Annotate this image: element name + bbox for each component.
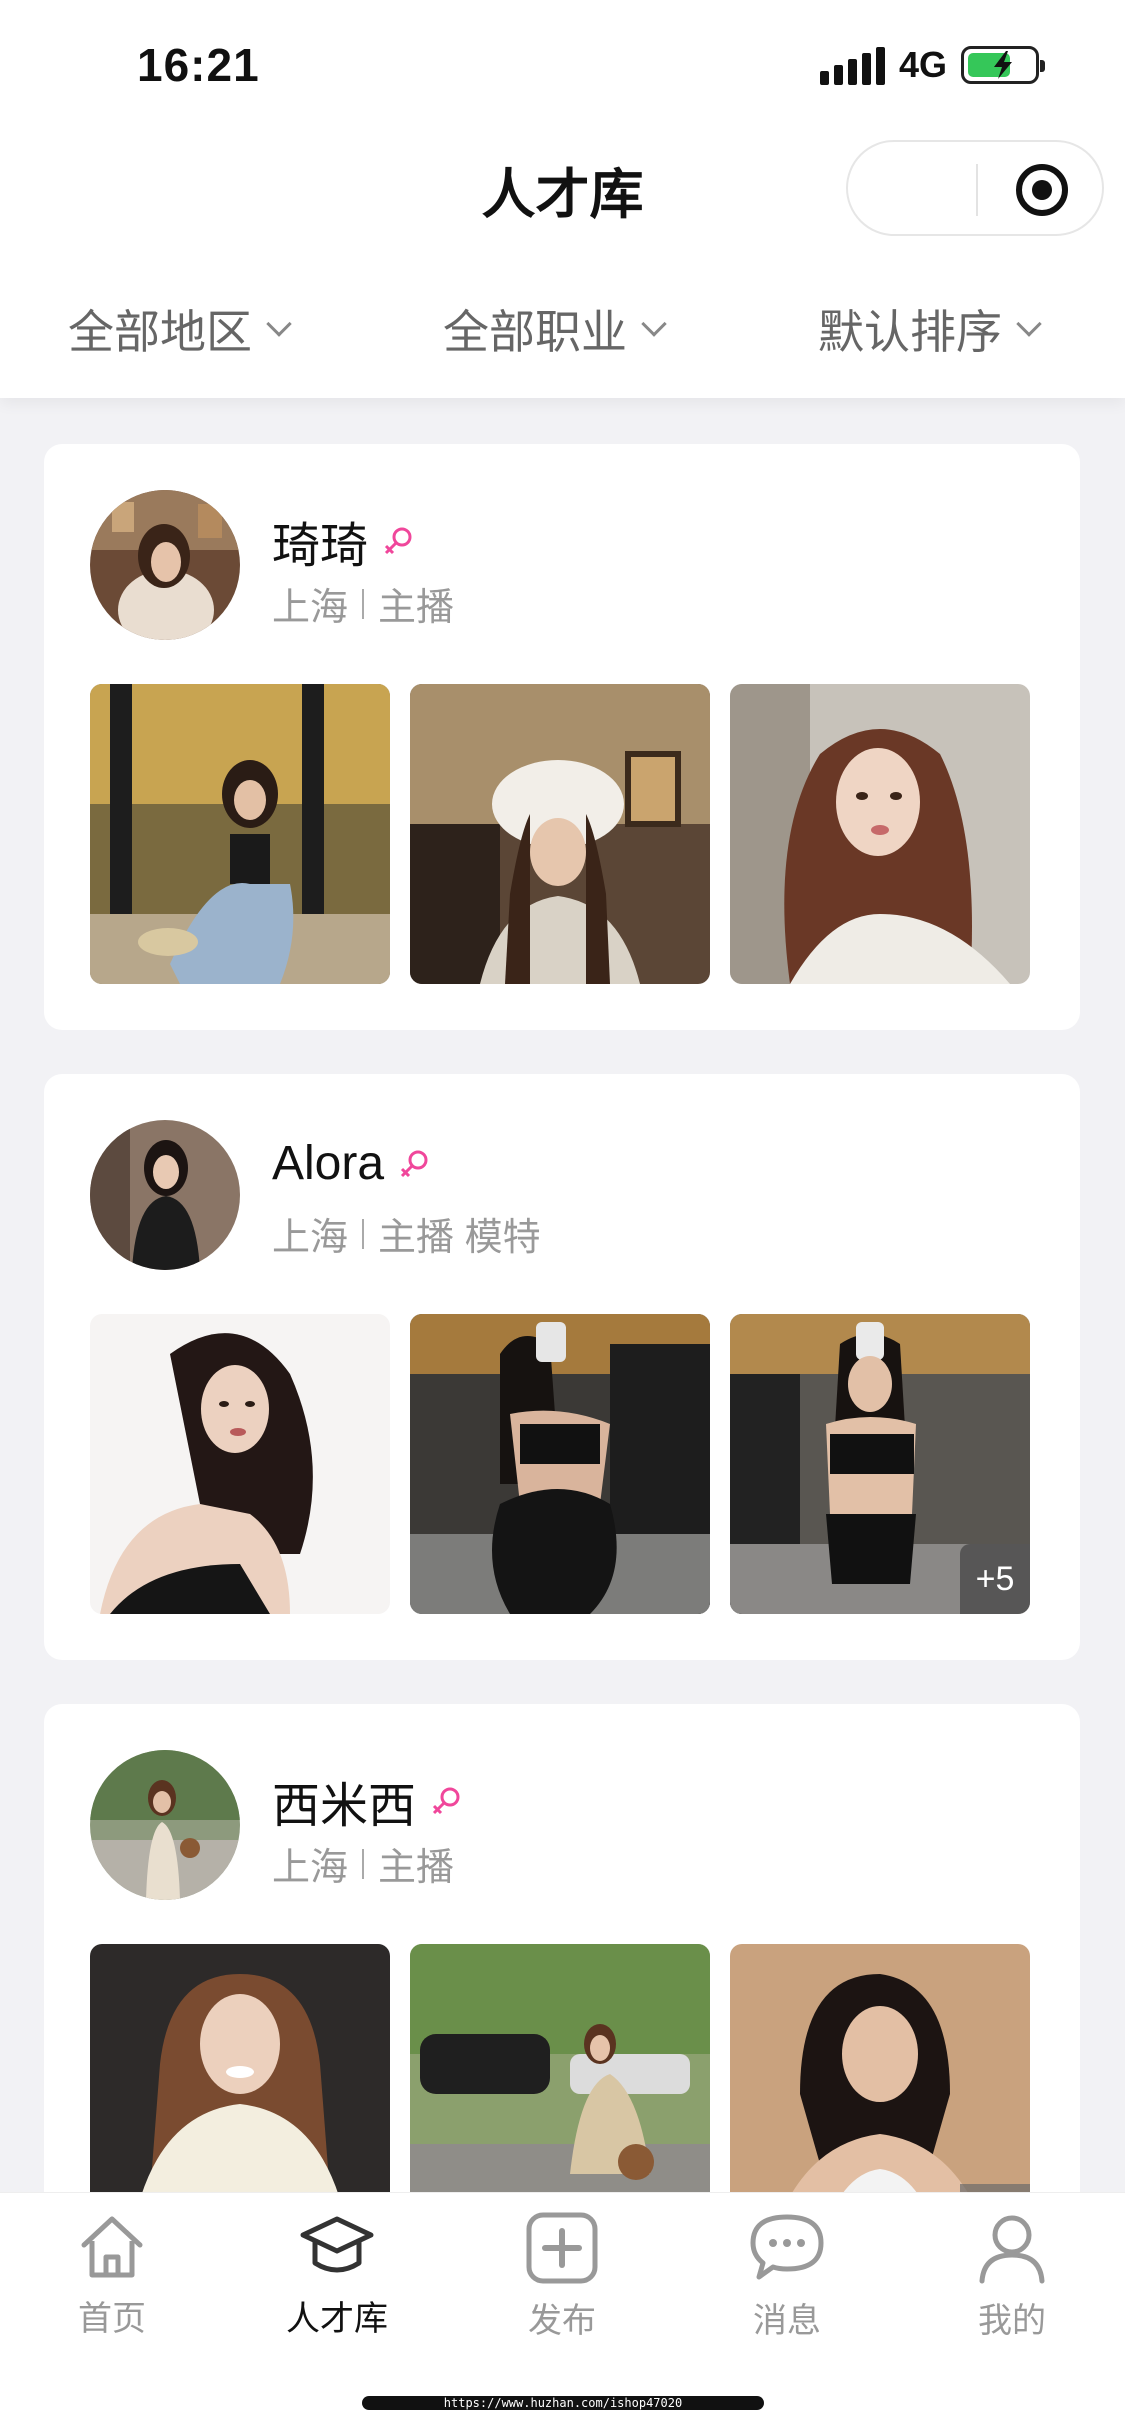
filter-region[interactable]: 全部地区 xyxy=(68,296,292,362)
talent-city: 上海 xyxy=(272,587,349,629)
network-type: 4G xyxy=(898,44,947,85)
talent-roles: 主播 xyxy=(378,1847,455,1889)
gallery-photo[interactable]: +5 xyxy=(730,1314,1030,1614)
tab-home[interactable]: 首页 xyxy=(37,2211,187,2340)
gallery-photo[interactable] xyxy=(90,684,390,984)
gallery-photo[interactable] xyxy=(410,1314,710,1614)
talent-name: 西米西 xyxy=(272,1766,464,1836)
top-bar: 16:21 4G 人才库 全部地区 全部职业 默认排序 xyxy=(0,0,1125,398)
divider xyxy=(362,1218,365,1249)
tab-talent-pool-label: 人才库 xyxy=(286,2300,388,2338)
more-photos-count[interactable]: +5 xyxy=(960,1544,1030,1614)
filter-bar: 全部地区 全部职业 默认排序 xyxy=(0,296,1125,360)
avatar[interactable] xyxy=(90,1120,240,1270)
signal-icon xyxy=(819,45,885,85)
mini-program-capsule[interactable] xyxy=(846,140,1104,236)
talent-card[interactable]: Alora 上海 主播 模特 +5 xyxy=(44,1074,1080,1660)
filter-sort[interactable]: 默认排序 xyxy=(818,296,1042,362)
gallery-photo[interactable] xyxy=(410,684,710,984)
tab-publish-label: 发布 xyxy=(528,2302,596,2340)
plus-square-icon xyxy=(526,2212,598,2284)
talent-city: 上海 xyxy=(272,1217,349,1259)
chevron-down-icon xyxy=(266,311,292,337)
divider xyxy=(362,588,365,619)
status-time: 16:21 xyxy=(137,39,260,91)
tab-profile[interactable]: 我的 xyxy=(937,2211,1087,2342)
tab-messages[interactable]: 消息 xyxy=(712,2211,862,2342)
tab-messages-label: 消息 xyxy=(753,2302,821,2340)
graduation-cap-icon xyxy=(300,2216,374,2273)
photo-grid xyxy=(90,684,1030,984)
talent-roles: 主播 xyxy=(378,587,455,629)
status-indicators: 4G xyxy=(819,42,1045,88)
talent-roles: 主播 模特 xyxy=(378,1217,541,1259)
photo-grid: +5 xyxy=(90,1314,1030,1614)
avatar[interactable] xyxy=(90,490,240,640)
filter-profession-label: 全部职业 xyxy=(443,306,627,358)
female-icon xyxy=(401,1150,428,1177)
avatar[interactable] xyxy=(90,1750,240,1900)
female-icon xyxy=(432,1787,460,1815)
talent-name-text: 琦琦 xyxy=(272,520,369,573)
talent-meta: 上海 主播 模特 xyxy=(272,1206,541,1261)
talent-card[interactable]: 琦琦 上海 主播 xyxy=(44,444,1080,1030)
user-icon xyxy=(979,2215,1045,2284)
watermark-text: https://www.huzhan.com/ishop47020 xyxy=(443,2396,683,2410)
gallery-photo[interactable] xyxy=(90,1314,390,1614)
filter-profession[interactable]: 全部职业 xyxy=(443,296,667,362)
talent-name-text: 西米西 xyxy=(272,1780,417,1833)
gallery-photo[interactable] xyxy=(730,684,1030,984)
talent-name: Alora xyxy=(272,1136,432,1191)
divider xyxy=(362,1848,365,1879)
talent-name: 琦琦 xyxy=(272,506,416,576)
talent-meta: 上海 主播 xyxy=(272,1836,454,1891)
talent-name-text: Alora xyxy=(272,1137,385,1190)
talent-city: 上海 xyxy=(272,1847,349,1889)
tab-profile-label: 我的 xyxy=(978,2302,1046,2340)
filter-sort-label: 默认排序 xyxy=(818,306,1002,358)
female-icon xyxy=(384,527,412,555)
talent-meta: 上海 主播 xyxy=(272,576,454,631)
tab-publish[interactable]: 发布 xyxy=(487,2211,637,2342)
chevron-down-icon xyxy=(641,311,667,337)
close-target-icon[interactable] xyxy=(1016,164,1068,216)
tab-home-label: 首页 xyxy=(78,2300,146,2338)
battery-icon xyxy=(961,46,1045,84)
filter-region-label: 全部地区 xyxy=(68,306,252,358)
tab-talent-pool[interactable]: 人才库 xyxy=(262,2211,412,2340)
home-icon xyxy=(81,2216,143,2278)
chevron-down-icon xyxy=(1016,311,1042,337)
chat-bubble-icon xyxy=(750,2214,824,2280)
